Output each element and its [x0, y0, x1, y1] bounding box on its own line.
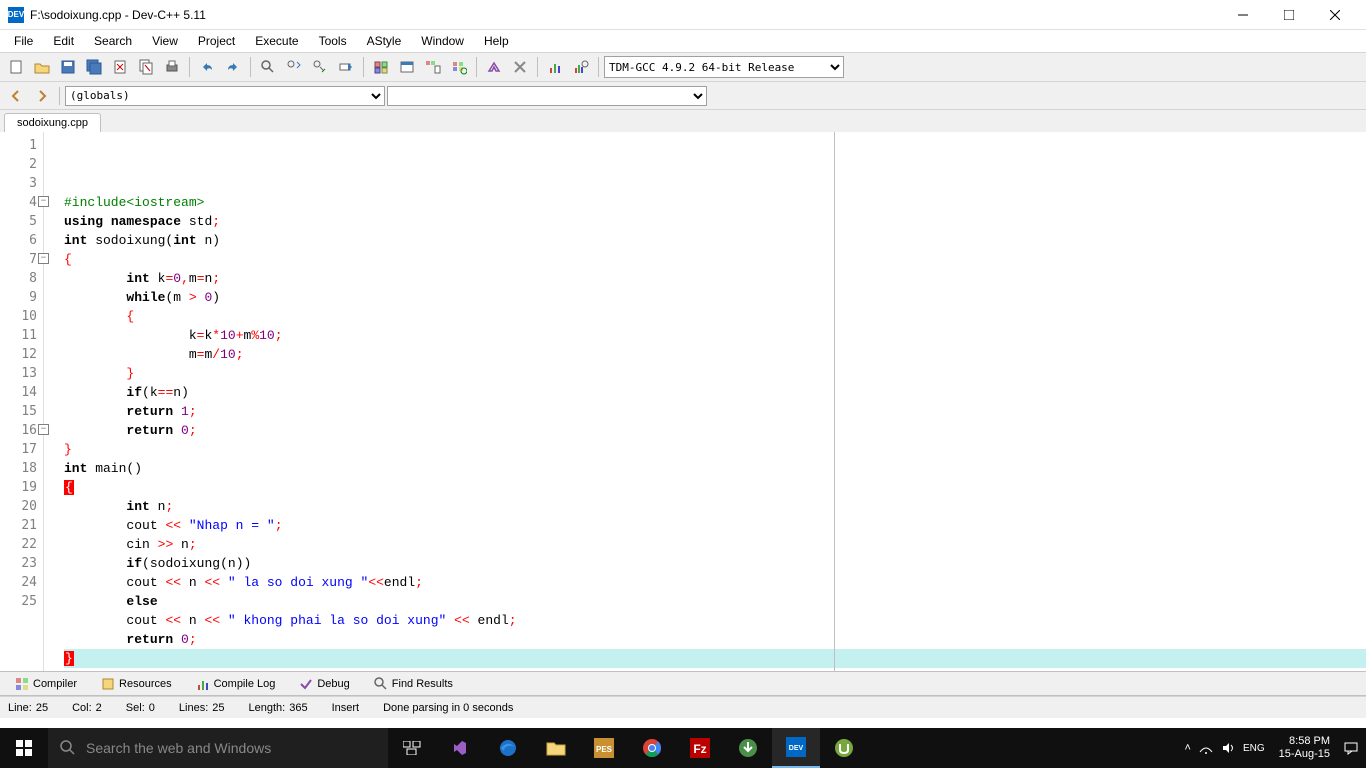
statusbar: Line:25 Col:2 Sel:0 Lines:25 Length:365 …: [0, 696, 1366, 718]
menu-window[interactable]: Window: [413, 32, 472, 50]
profile-button[interactable]: [543, 55, 567, 79]
code-area[interactable]: #include<iostream>using namespace std;in…: [58, 132, 1366, 671]
menu-project[interactable]: Project: [190, 32, 243, 50]
bottom-tab-find-results[interactable]: Find Results: [363, 673, 464, 695]
compile-button[interactable]: [369, 55, 393, 79]
save-all-button[interactable]: [82, 55, 106, 79]
close-button[interactable]: [1312, 0, 1358, 30]
member-select[interactable]: [387, 86, 707, 106]
bottom-tab-debug[interactable]: Debug: [288, 673, 360, 695]
line-gutter: 1234−567−8910111213141516−17181920212223…: [0, 132, 44, 671]
navbar: (globals): [0, 82, 1366, 110]
code-editor[interactable]: 1234−567−8910111213141516−17181920212223…: [0, 132, 1366, 672]
close-all-button[interactable]: [134, 55, 158, 79]
new-file-button[interactable]: [4, 55, 28, 79]
fold-toggle[interactable]: −: [38, 196, 49, 207]
goto-button[interactable]: [334, 55, 358, 79]
task-view-icon[interactable]: [388, 728, 436, 768]
search-icon: [374, 677, 388, 691]
bottom-tabs: CompilerResourcesCompile LogDebugFind Re…: [0, 672, 1366, 696]
menu-execute[interactable]: Execute: [247, 32, 306, 50]
svg-text:Fz: Fz: [693, 742, 706, 756]
svg-text:PES: PES: [596, 745, 613, 754]
print-button[interactable]: [160, 55, 184, 79]
pes-icon[interactable]: PES: [580, 728, 628, 768]
debug-button[interactable]: [482, 55, 506, 79]
open-button[interactable]: [30, 55, 54, 79]
compile-run-button[interactable]: [421, 55, 445, 79]
fold-toggle[interactable]: −: [38, 424, 49, 435]
undo-button[interactable]: [195, 55, 219, 79]
tray-chevron-icon[interactable]: ˄: [1185, 742, 1191, 754]
find-next-button[interactable]: [308, 55, 332, 79]
devcpp-taskbar-icon[interactable]: DEV: [772, 728, 820, 768]
file-tab[interactable]: sodoixung.cpp: [4, 113, 101, 132]
menu-search[interactable]: Search: [86, 32, 140, 50]
rebuild-button[interactable]: [447, 55, 471, 79]
run-button[interactable]: [395, 55, 419, 79]
save-button[interactable]: [56, 55, 80, 79]
menubar: FileEditSearchViewProjectExecute ToolsASt…: [0, 30, 1366, 52]
menu-tools[interactable]: Tools: [311, 32, 355, 50]
maximize-button[interactable]: [1266, 0, 1312, 30]
resources-icon: [101, 677, 115, 691]
scope-select[interactable]: (globals): [65, 86, 385, 106]
bottom-tab-compiler[interactable]: Compiler: [4, 673, 88, 695]
windows-taskbar: Search the web and Windows PES Fz DEV ˄ …: [0, 728, 1366, 768]
minimize-button[interactable]: [1220, 0, 1266, 30]
bottom-tab-compile-log[interactable]: Compile Log: [185, 673, 287, 695]
find-button[interactable]: [256, 55, 280, 79]
chrome-icon[interactable]: [628, 728, 676, 768]
stop-button[interactable]: [508, 55, 532, 79]
profile-analysis-button[interactable]: [569, 55, 593, 79]
grid-icon: [15, 677, 29, 691]
tabbar: sodoixung.cpp: [0, 110, 1366, 132]
forward-button[interactable]: [30, 84, 54, 108]
idm-icon[interactable]: [724, 728, 772, 768]
check-icon: [299, 677, 313, 691]
taskbar-clock[interactable]: 8:58 PM 15-Aug-15: [1273, 735, 1336, 761]
close-file-button[interactable]: [108, 55, 132, 79]
visual-studio-icon[interactable]: [436, 728, 484, 768]
titlebar: DEV F:\sodoixung.cpp - Dev-C++ 5.11: [0, 0, 1366, 30]
system-tray[interactable]: ˄ ENG 8:58 PM 15-Aug-15: [1177, 735, 1366, 761]
app-icon: DEV: [8, 7, 24, 23]
start-button[interactable]: [0, 728, 48, 768]
menu-edit[interactable]: Edit: [45, 32, 82, 50]
menu-file[interactable]: File: [6, 32, 41, 50]
menu-help[interactable]: Help: [476, 32, 517, 50]
svg-text:DEV: DEV: [789, 745, 804, 752]
fold-toggle[interactable]: −: [38, 253, 49, 264]
menu-astyle[interactable]: AStyle: [359, 32, 410, 50]
menu-view[interactable]: View: [144, 32, 186, 50]
filezilla-icon[interactable]: Fz: [676, 728, 724, 768]
volume-icon[interactable]: [1221, 741, 1235, 755]
action-center-icon[interactable]: [1344, 741, 1358, 755]
compiler-select[interactable]: TDM-GCC 4.9.2 64-bit Release: [604, 56, 844, 78]
file-explorer-icon[interactable]: [532, 728, 580, 768]
main-toolbar: TDM-GCC 4.9.2 64-bit Release: [0, 52, 1366, 82]
bottom-tab-resources[interactable]: Resources: [90, 673, 183, 695]
redo-button[interactable]: [221, 55, 245, 79]
back-button[interactable]: [4, 84, 28, 108]
network-icon[interactable]: [1199, 741, 1213, 755]
window-title: F:\sodoixung.cpp - Dev-C++ 5.11: [30, 8, 1220, 22]
replace-button[interactable]: [282, 55, 306, 79]
chart-icon: [196, 677, 210, 691]
edge-icon[interactable]: [484, 728, 532, 768]
language-icon[interactable]: ENG: [1243, 743, 1265, 754]
utorrent-icon[interactable]: [820, 728, 868, 768]
taskbar-search[interactable]: Search the web and Windows: [48, 728, 388, 768]
